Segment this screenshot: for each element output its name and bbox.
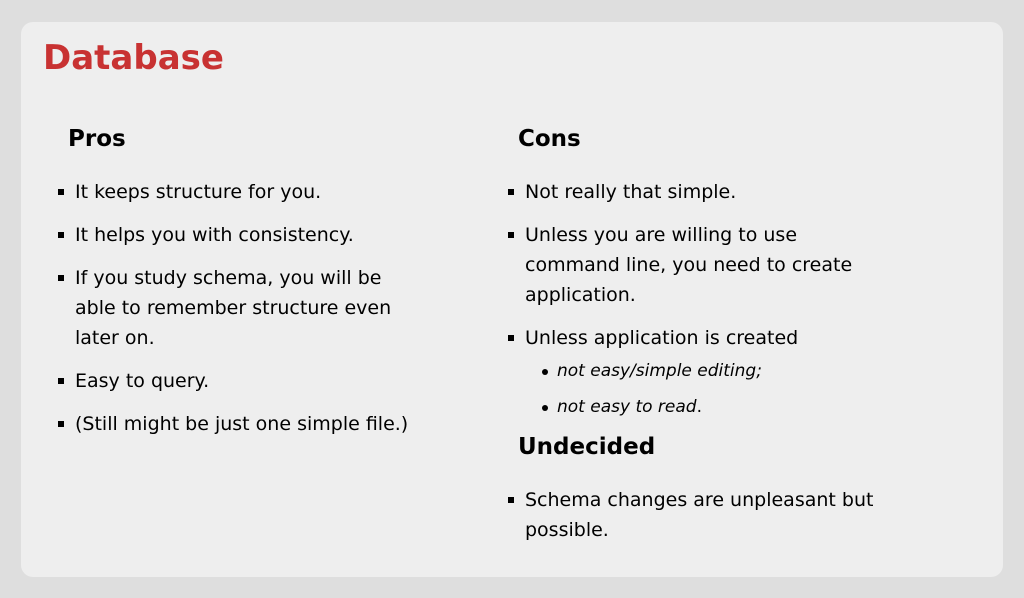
list-item: Unless application is created not easy/s… <box>506 323 906 419</box>
list-item: Schema changes are unpleasant but possib… <box>506 485 897 545</box>
list-item: Not really that simple. <box>506 177 906 207</box>
square-bullet-icon <box>58 421 64 427</box>
square-bullet-icon <box>58 378 64 384</box>
sublist-item-text: not easy to read <box>557 397 697 417</box>
list-item: (Still might be just one simple file.) <box>56 409 466 439</box>
cons-list: Not really that simple. Unless you are w… <box>506 177 906 419</box>
square-bullet-icon <box>508 232 514 238</box>
list-item-text: It helps you with consistency. <box>75 224 354 246</box>
list-item: Easy to query. <box>56 366 466 396</box>
pros-heading: Pros <box>68 126 126 152</box>
sublist-item: not easy/simple editing; <box>525 359 906 383</box>
list-item-text: Unless you are willing to use command li… <box>525 224 853 306</box>
square-bullet-icon <box>508 189 514 195</box>
undecided-list: Schema changes are unpleasant but possib… <box>506 485 906 545</box>
list-item-text: It keeps structure for you. <box>75 181 322 203</box>
sublist-item-suffix: . <box>696 397 702 417</box>
sublist-item-text: not easy/simple editing; <box>557 361 762 381</box>
slide: Database Pros It keeps structure for you… <box>21 22 1003 577</box>
undecided-heading: Undecided <box>518 434 656 460</box>
list-item-text: (Still might be just one simple file.) <box>75 413 409 435</box>
pros-column: Pros It keeps structure for you. It help… <box>56 124 466 452</box>
list-item-text: Unless application is created <box>525 327 799 349</box>
cons-sublist: not easy/simple editing; not easy to rea… <box>525 359 906 419</box>
list-item: Unless you are willing to use command li… <box>506 220 897 310</box>
slide-title: Database <box>43 38 224 78</box>
square-bullet-icon <box>508 497 514 503</box>
cons-column: Cons Not really that simple. Unless you … <box>506 124 906 558</box>
square-bullet-icon <box>58 232 64 238</box>
sublist-item: not easy to read. <box>525 395 906 419</box>
pros-list: It keeps structure for you. It helps you… <box>56 177 466 439</box>
list-item-text: If you study schema, you will be able to… <box>75 267 392 349</box>
list-item-text: Not really that simple. <box>525 181 737 203</box>
cons-heading: Cons <box>518 126 581 152</box>
square-bullet-icon <box>58 275 64 281</box>
list-item: It helps you with consistency. <box>56 220 466 250</box>
list-item-text: Easy to query. <box>75 370 210 392</box>
square-bullet-icon <box>508 335 514 341</box>
list-item: If you study schema, you will be able to… <box>56 263 425 353</box>
square-bullet-icon <box>58 189 64 195</box>
round-bullet-icon <box>542 369 548 375</box>
list-item-text: Schema changes are unpleasant but possib… <box>525 489 874 541</box>
list-item: It keeps structure for you. <box>56 177 466 207</box>
round-bullet-icon <box>542 405 548 411</box>
